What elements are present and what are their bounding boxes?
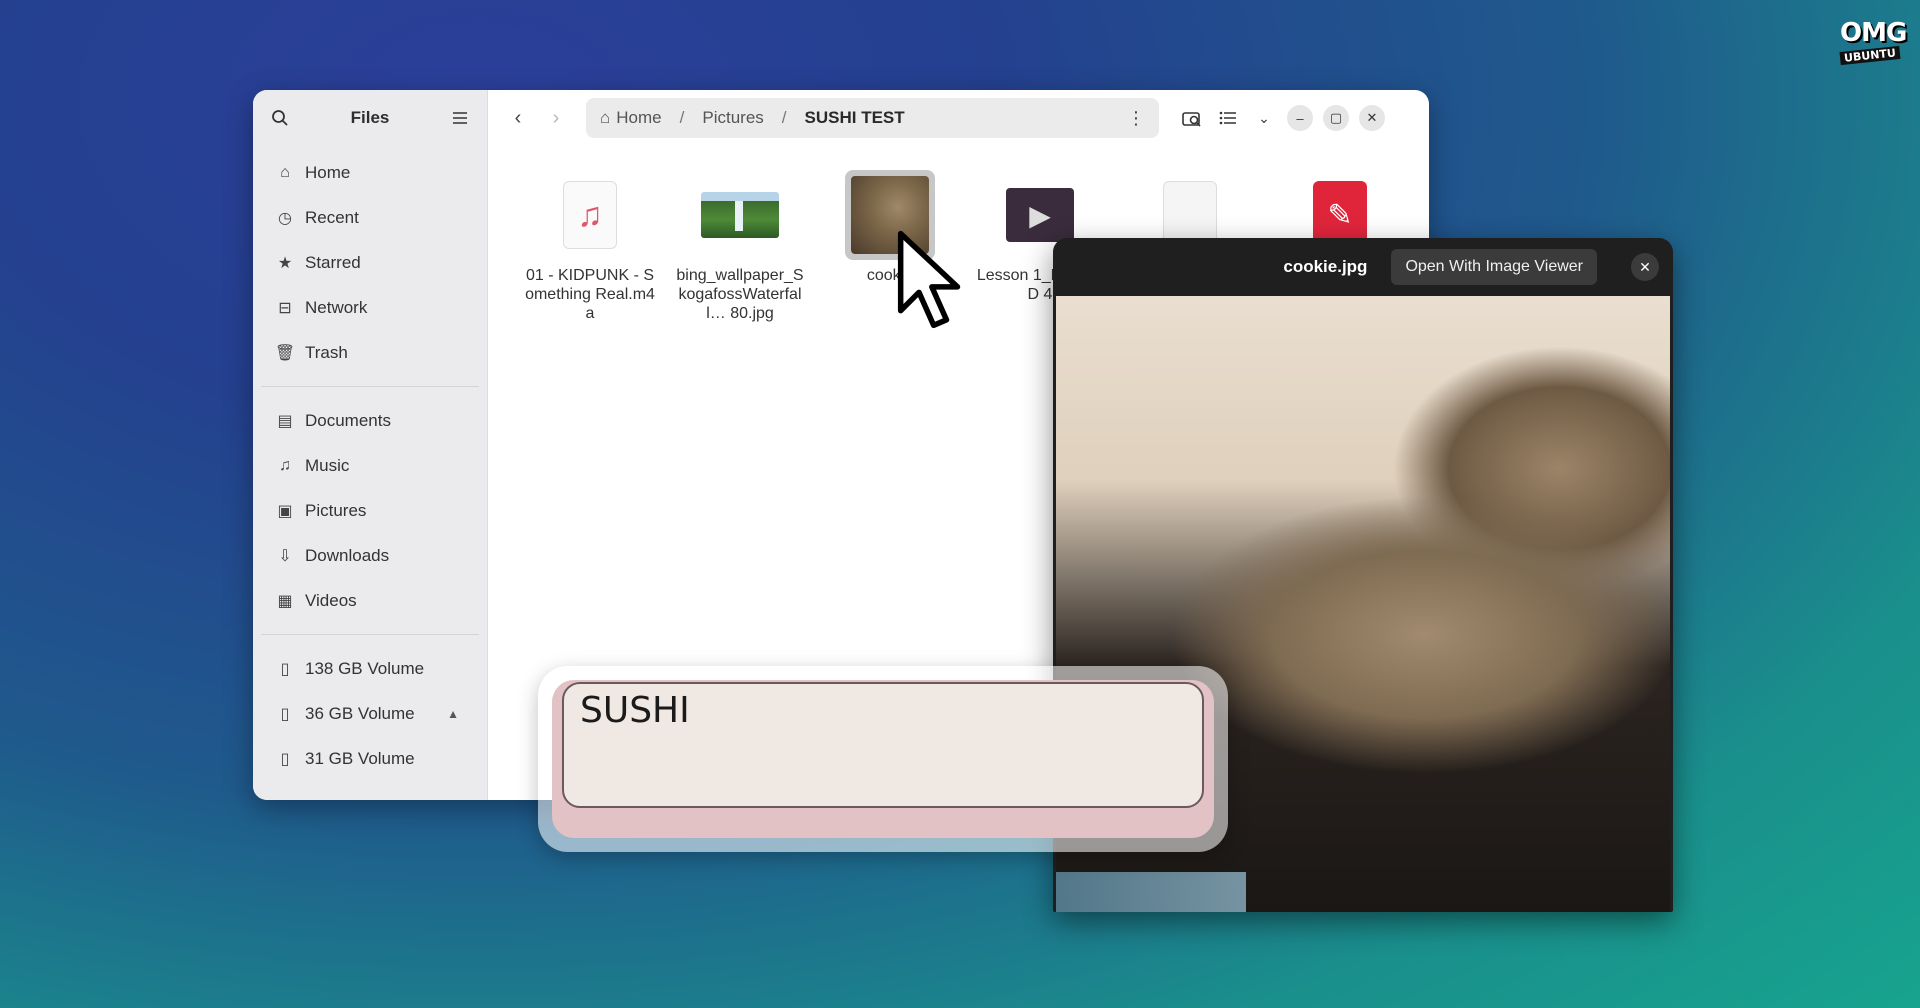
file-thumbnail <box>695 170 785 260</box>
mouse-pointer-icon <box>897 230 961 329</box>
sidebar-item-label: 36 GB Volume <box>305 703 415 723</box>
drive-icon: ▯ <box>280 705 290 723</box>
network-icon: ⊟ <box>278 299 292 317</box>
maximize-button[interactable]: ▢ <box>1323 105 1349 131</box>
sidebar-item-label: Documents <box>305 410 391 430</box>
close-button[interactable]: ✕ <box>1359 105 1385 131</box>
chevron-down-icon[interactable]: ⌄ <box>1251 105 1277 131</box>
sushi-keycap-overlay: SUSHI <box>538 666 1228 852</box>
forward-button[interactable]: › <box>540 102 572 134</box>
sidebar-item-home[interactable]: ⌂ Home <box>261 150 479 195</box>
eject-icon[interactable]: ▲ <box>447 707 459 721</box>
sidebar-header: Files <box>253 90 487 146</box>
breadcrumb: ⌂ Home / Pictures / SUSHI TEST ⋮ <box>586 98 1159 138</box>
preview-title: cookie.jpg <box>1283 257 1368 276</box>
keycap-top: SUSHI <box>562 682 1204 808</box>
preview-header: cookie.jpg Open With Image Viewer ✕ <box>1053 238 1673 296</box>
folders-list: ▤ Documents ♫ Music ▣ Pictures ⇩ Downloads ▦… <box>253 394 487 627</box>
hamburger-menu-icon[interactable] <box>447 105 473 131</box>
breadcrumb-pictures[interactable]: Pictures <box>702 108 763 128</box>
home-icon: ⌂ <box>280 163 290 181</box>
towel-detail <box>1056 872 1246 912</box>
search-icon[interactable] <box>267 105 293 131</box>
keycap-label: SUSHI <box>580 690 690 731</box>
sidebar-item-label: Recent <box>305 207 359 227</box>
sidebar-item-label: Trash <box>305 342 348 362</box>
waterfall-image-thumbnail <box>701 192 779 238</box>
sidebar: Files ⌂ Home ◷ Recent ★ Starred ⊟ Network 🗑︎… <box>253 90 488 800</box>
sidebar-item-trash[interactable]: 🗑︎ Trash <box>261 330 479 375</box>
file-item[interactable]: bing_wallpaper_SkogafossWaterfall… 80.jp… <box>665 170 815 323</box>
picture-icon: ▣ <box>277 502 293 520</box>
sidebar-item-label: Videos <box>305 590 357 610</box>
sidebar-item-videos[interactable]: ▦ Videos <box>261 578 479 623</box>
list-view-icon[interactable] <box>1215 105 1241 131</box>
drive-icon: ▯ <box>280 660 290 678</box>
home-icon: ⌂ <box>600 108 611 127</box>
more-options-icon[interactable]: ⋮ <box>1127 108 1145 129</box>
logo-text-omg: OMG <box>1840 18 1907 48</box>
volumes-list: ▯ 138 GB Volume ▯ 36 GB Volume ▲ ▯ 31 GB Vol… <box>253 642 487 785</box>
open-with-image-viewer-button[interactable]: Open With Image Viewer <box>1391 249 1597 285</box>
app-title: Files <box>350 108 390 127</box>
breadcrumb-separator: / <box>679 108 685 127</box>
file-name: bing_wallpaper_SkogafossWaterfall… 80.jp… <box>676 267 804 322</box>
sidebar-item-label: Starred <box>305 252 361 272</box>
toolbar: ‹ › ⌂ Home / Pictures / SUSHI TEST ⋮ ⌄ – <box>488 90 1429 146</box>
sidebar-item-recent[interactable]: ◷ Recent <box>261 195 479 240</box>
sidebar-item-volume-36gb[interactable]: ▯ 36 GB Volume ▲ <box>261 691 479 736</box>
document-icon: ▤ <box>277 412 293 430</box>
star-icon: ★ <box>277 254 293 272</box>
minimize-button[interactable]: – <box>1287 105 1313 131</box>
omg-ubuntu-logo: OMG UBUNTU <box>1839 18 1907 76</box>
preview-close-button[interactable]: ✕ <box>1631 253 1659 281</box>
music-file-icon: ♫ <box>563 181 617 249</box>
trash-icon: 🗑︎ <box>274 344 296 362</box>
sidebar-item-label: 138 GB Volume <box>305 658 425 678</box>
clock-icon: ◷ <box>278 209 292 227</box>
breadcrumb-separator: / <box>781 108 787 127</box>
sidebar-item-pictures[interactable]: ▣ Pictures <box>261 488 479 533</box>
sidebar-item-label: 31 GB Volume <box>305 748 415 768</box>
sidebar-divider <box>261 386 479 387</box>
toolbar-right: ⌄ – ▢ ✕ <box>1179 105 1385 131</box>
breadcrumb-home[interactable]: ⌂ Home <box>600 108 662 128</box>
music-icon: ♫ <box>279 456 291 474</box>
back-button[interactable]: ‹ <box>502 102 534 134</box>
sidebar-item-label: Home <box>305 162 351 182</box>
sidebar-item-label: Music <box>305 455 350 475</box>
places-list: ⌂ Home ◷ Recent ★ Starred ⊟ Network 🗑︎ Trash <box>253 146 487 379</box>
sidebar-item-network[interactable]: ⊟ Network <box>261 285 479 330</box>
logo-text-ubuntu: UBUNTU <box>1839 45 1901 66</box>
video-play-icon: ▶ <box>1006 188 1074 242</box>
search-folder-icon[interactable] <box>1179 105 1205 131</box>
sidebar-item-volume-31gb[interactable]: ▯ 31 GB Volume <box>261 736 479 781</box>
sidebar-item-downloads[interactable]: ⇩ Downloads <box>261 533 479 578</box>
sidebar-item-starred[interactable]: ★ Starred <box>261 240 479 285</box>
breadcrumb-home-label: Home <box>616 108 662 127</box>
sidebar-item-label: Network <box>305 297 368 317</box>
sidebar-item-label: Downloads <box>305 545 390 565</box>
drive-icon: ▯ <box>280 750 290 768</box>
file-name: 01 - KIDPUNK - Something Real.m4a <box>525 267 655 322</box>
file-item[interactable]: ♫ 01 - KIDPUNK - Something Real.m4a <box>515 170 665 323</box>
sidebar-divider <box>261 634 479 635</box>
sidebar-item-volume-138gb[interactable]: ▯ 138 GB Volume <box>261 646 479 691</box>
download-icon: ⇩ <box>278 547 292 565</box>
file-thumbnail: ♫ <box>545 170 635 260</box>
sidebar-item-documents[interactable]: ▤ Documents <box>261 398 479 443</box>
breadcrumb-current[interactable]: SUSHI TEST <box>805 108 905 128</box>
sidebar-item-label: Pictures <box>305 500 367 520</box>
sidebar-item-music[interactable]: ♫ Music <box>261 443 479 488</box>
video-icon: ▦ <box>277 592 293 610</box>
